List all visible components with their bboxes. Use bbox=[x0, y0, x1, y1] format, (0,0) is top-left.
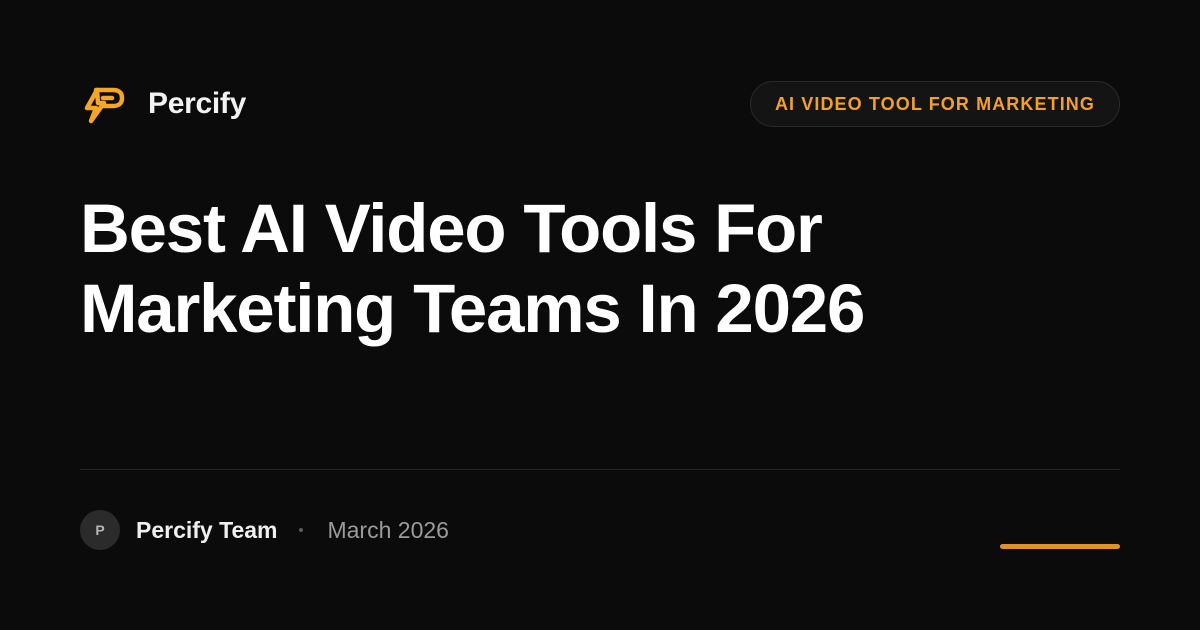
meta-separator-dot bbox=[299, 528, 304, 532]
article-title: Best AI Video Tools For Marketing Teams … bbox=[80, 189, 1120, 349]
accent-bar bbox=[1000, 544, 1120, 549]
article-meta: P Percify Team March 2026 bbox=[80, 510, 449, 550]
brand-logo: Percify bbox=[82, 84, 246, 124]
category-badge: AI VIDEO TOOL FOR MARKETING bbox=[749, 81, 1120, 127]
article-title-line: Marketing Teams In 2026 bbox=[80, 270, 865, 347]
author-name: Percify Team bbox=[136, 516, 278, 543]
publish-date: March 2026 bbox=[327, 516, 449, 543]
divider bbox=[80, 469, 1120, 470]
lightning-p-icon bbox=[84, 87, 125, 124]
brand-name: Percify bbox=[148, 87, 246, 120]
author-avatar: P bbox=[80, 510, 120, 550]
article-title-line: Best AI Video Tools For bbox=[80, 190, 823, 267]
